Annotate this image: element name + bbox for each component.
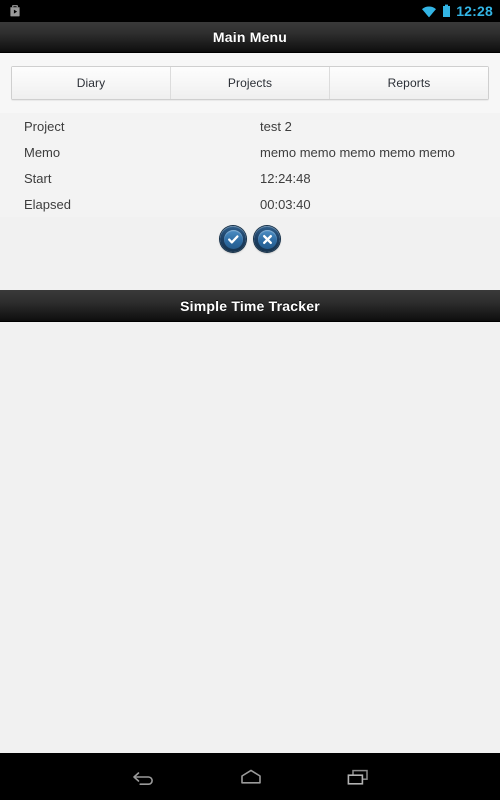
detail-label-start: Start [24, 170, 52, 186]
back-arrow-icon [129, 766, 159, 788]
detail-value-start: 12:24:48 [260, 170, 311, 186]
tab-projects[interactable]: Projects [171, 67, 330, 99]
page-title: Main Menu [212, 29, 288, 45]
tab-reports[interactable]: Reports [330, 67, 488, 99]
tab-bar-container: Diary Projects Reports [0, 53, 500, 113]
play-store-download-icon [8, 4, 22, 18]
tab-bar: Diary Projects Reports [11, 66, 489, 100]
cancel-button[interactable] [254, 226, 280, 252]
nav-recents-button[interactable] [304, 753, 411, 800]
content-area [0, 322, 500, 753]
check-icon [223, 229, 243, 249]
tab-diary[interactable]: Diary [12, 67, 171, 99]
detail-value-elapsed: 00:03:40 [260, 196, 311, 212]
recents-icon [344, 766, 372, 788]
wifi-icon [421, 5, 437, 18]
detail-label-project: Project [24, 118, 65, 134]
detail-row-elapsed: Elapsed 00:03:40 [0, 191, 500, 217]
action-bar: Main Menu [0, 22, 500, 53]
nav-back-button[interactable] [90, 753, 197, 800]
status-bar-system-icons: 12:28 [421, 4, 493, 19]
detail-row-start: Start 12:24:48 [0, 165, 500, 191]
navigation-bar [0, 753, 500, 800]
task-action-buttons [0, 226, 500, 252]
battery-icon [442, 4, 451, 18]
tab-diary-label: Diary [76, 76, 106, 90]
active-task-details: Project test 2 Memo memo memo memo memo … [0, 113, 500, 217]
detail-row-project: Project test 2 [0, 113, 500, 139]
nav-home-button[interactable] [197, 753, 304, 800]
confirm-button[interactable] [220, 226, 246, 252]
app-title-bar: Simple Time Tracker [0, 290, 500, 322]
status-bar-clock: 12:28 [456, 2, 493, 19]
detail-value-memo: memo memo memo memo memo [260, 144, 456, 160]
tab-reports-label: Reports [387, 76, 431, 90]
detail-row-memo: Memo memo memo memo memo memo [0, 139, 500, 165]
android-screen: 12:28 Main Menu Diary Projects Reports P… [0, 0, 500, 800]
detail-value-project: test 2 [260, 118, 292, 134]
status-bar-notifications [8, 4, 22, 18]
tab-projects-label: Projects [227, 76, 273, 90]
app-title: Simple Time Tracker [180, 297, 320, 314]
home-icon [237, 766, 265, 788]
detail-label-elapsed: Elapsed [24, 196, 71, 212]
status-bar: 12:28 [0, 0, 500, 22]
detail-label-memo: Memo [24, 144, 61, 160]
close-icon [257, 229, 277, 249]
